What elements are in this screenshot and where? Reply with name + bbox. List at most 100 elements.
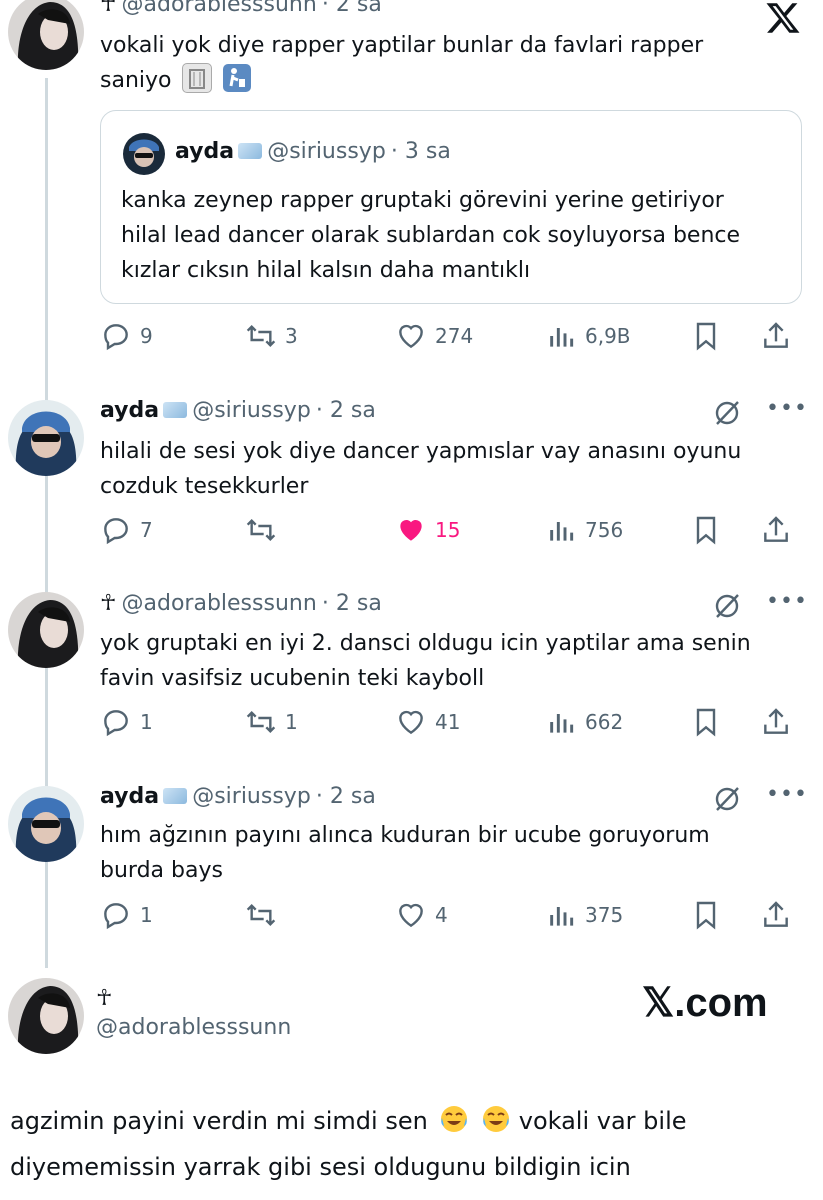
avatar[interactable] xyxy=(8,592,84,668)
reply-button[interactable]: 1 xyxy=(100,895,153,935)
tweet-text-line: cozduk tesekkurler xyxy=(100,474,309,499)
bookmark-button[interactable] xyxy=(690,895,722,935)
heart-filled-icon xyxy=(400,520,422,541)
tweet-text: hilali de sesi yok diye dancer yapmıslar… xyxy=(100,434,800,504)
share-button[interactable] xyxy=(760,702,792,742)
like-button[interactable]: 15 xyxy=(395,510,460,550)
heart-icon xyxy=(399,903,423,928)
reply-count: 9 xyxy=(140,324,153,348)
user-handle[interactable]: @adorablesssunn xyxy=(122,591,317,616)
avatar[interactable] xyxy=(8,400,84,476)
tweet-header: ayda @siriussyp · 2 sa xyxy=(100,784,376,809)
tweet-actions: 1 4 375 xyxy=(100,895,800,935)
ice-emoji-icon xyxy=(238,143,263,159)
views-button[interactable]: 662 xyxy=(545,702,623,742)
display-name[interactable]: ayda xyxy=(175,139,234,164)
display-name[interactable]: ayda xyxy=(100,398,159,423)
ice-emoji-icon xyxy=(163,402,188,418)
reply-count: 1 xyxy=(140,710,153,734)
repost-button[interactable] xyxy=(245,510,285,550)
timestamp[interactable]: · 2 sa xyxy=(316,398,376,423)
user-handle[interactable]: @siriussyp xyxy=(192,784,311,809)
heart-icon xyxy=(399,324,423,349)
post-author: ☥ @adorablesssunn xyxy=(96,986,291,1040)
avatar[interactable] xyxy=(8,978,84,1054)
bar-chart-icon xyxy=(550,522,574,541)
tweet-actions: 1 1 41 662 xyxy=(100,702,800,742)
x-com-brand: 𝕏.com xyxy=(642,981,768,1025)
like-count: 4 xyxy=(435,903,448,927)
reply-icon xyxy=(104,324,128,351)
quote-text-line: kızlar cıksın hilal kalsın daha mantıklı xyxy=(121,258,531,283)
views-button[interactable]: 756 xyxy=(545,510,623,550)
timestamp[interactable]: · 3 sa xyxy=(391,139,451,164)
quote-header: ayda @siriussyp · 3 sa xyxy=(175,139,451,164)
user-handle[interactable]: @siriussyp xyxy=(192,398,311,423)
post-text-line: agzimin payini verdin mi simdi sen xyxy=(10,1107,428,1135)
views-button[interactable]: 375 xyxy=(545,895,623,935)
more-options-icon[interactable]: ••• xyxy=(766,782,808,807)
tweet-text-line: favin vasifsiz ucubenin teki kayboll xyxy=(100,666,485,691)
tweet-text: yok gruptaki en iyi 2. dansci oldugu ici… xyxy=(100,626,810,696)
bookmark-button[interactable] xyxy=(690,702,722,742)
repost-count: 1 xyxy=(285,710,298,734)
tears-of-joy-emoji-icon xyxy=(439,1103,469,1133)
bookmark-button[interactable] xyxy=(690,316,722,356)
avatar[interactable] xyxy=(8,786,84,862)
view-count: 756 xyxy=(585,518,624,542)
timestamp[interactable]: · 2 sa xyxy=(316,784,376,809)
repost-button[interactable]: 1 xyxy=(245,702,298,742)
quoted-tweet-card[interactable]: ayda @siriussyp · 3 sa kanka zeynep rapp… xyxy=(100,110,802,304)
bookmark-icon xyxy=(696,322,716,351)
tweet-text-line: burda bays xyxy=(100,858,223,883)
reply-count: 1 xyxy=(140,903,153,927)
view-count: 6,9B xyxy=(585,324,631,348)
repost-button[interactable] xyxy=(245,895,285,935)
repost-icon xyxy=(246,903,276,927)
bookmark-button[interactable] xyxy=(690,510,722,550)
more-options-icon[interactable]: ••• xyxy=(766,396,808,421)
share-icon xyxy=(764,516,788,542)
tweet-actions: 7 15 756 xyxy=(100,510,800,550)
user-handle[interactable]: @siriussyp xyxy=(267,139,386,164)
like-count: 41 xyxy=(435,710,461,734)
bookmark-icon xyxy=(696,516,716,545)
user-handle[interactable]: @adorablesssunn xyxy=(122,0,317,17)
tweet-text: hım ağzının payını alınca kuduran bir uc… xyxy=(100,818,800,888)
share-icon xyxy=(764,322,788,348)
reply-button[interactable]: 9 xyxy=(100,316,153,356)
tweet-text-line: hilali de sesi yok diye dancer yapmıslar… xyxy=(100,439,742,464)
tweet-text-line: hım ağzının payını alınca kuduran bir uc… xyxy=(100,823,710,848)
tweet-text-line: saniyo xyxy=(100,68,172,93)
share-icon xyxy=(764,901,788,927)
ice-emoji-icon xyxy=(163,788,188,804)
grok-icon[interactable] xyxy=(712,398,742,428)
avatar[interactable] xyxy=(8,0,84,70)
like-button[interactable]: 4 xyxy=(395,895,448,935)
user-handle[interactable]: @adorablesssunn xyxy=(96,1015,291,1040)
reply-button[interactable]: 7 xyxy=(100,510,153,550)
display-name[interactable]: ayda xyxy=(100,784,159,809)
share-button[interactable] xyxy=(760,510,792,550)
share-button[interactable] xyxy=(760,316,792,356)
tweet-header: ☥ @adorablesssunn · 2 sa xyxy=(100,0,382,22)
wastebasket-emoji-icon xyxy=(182,63,213,93)
views-button[interactable]: 6,9B xyxy=(545,316,631,356)
ankh-symbol: ☥ xyxy=(96,986,113,1011)
timestamp[interactable]: · 2 sa xyxy=(322,0,382,17)
reply-button[interactable]: 1 xyxy=(100,702,153,742)
grok-icon[interactable] xyxy=(712,784,742,814)
repost-icon xyxy=(246,324,276,348)
quote-text-line: hilal lead dancer olarak sublardan cok s… xyxy=(121,223,741,248)
share-button[interactable] xyxy=(760,895,792,935)
repost-button[interactable]: 3 xyxy=(245,316,298,356)
litter-emoji-icon xyxy=(223,64,252,92)
repost-icon xyxy=(246,710,276,734)
tears-of-joy-emoji-icon xyxy=(481,1103,511,1133)
like-button[interactable]: 41 xyxy=(395,702,460,742)
like-button[interactable]: 274 xyxy=(395,316,473,356)
bar-chart-icon xyxy=(550,714,574,733)
grok-icon[interactable] xyxy=(712,591,742,621)
more-options-icon[interactable]: ••• xyxy=(766,589,808,614)
timestamp[interactable]: · 2 sa xyxy=(322,591,382,616)
